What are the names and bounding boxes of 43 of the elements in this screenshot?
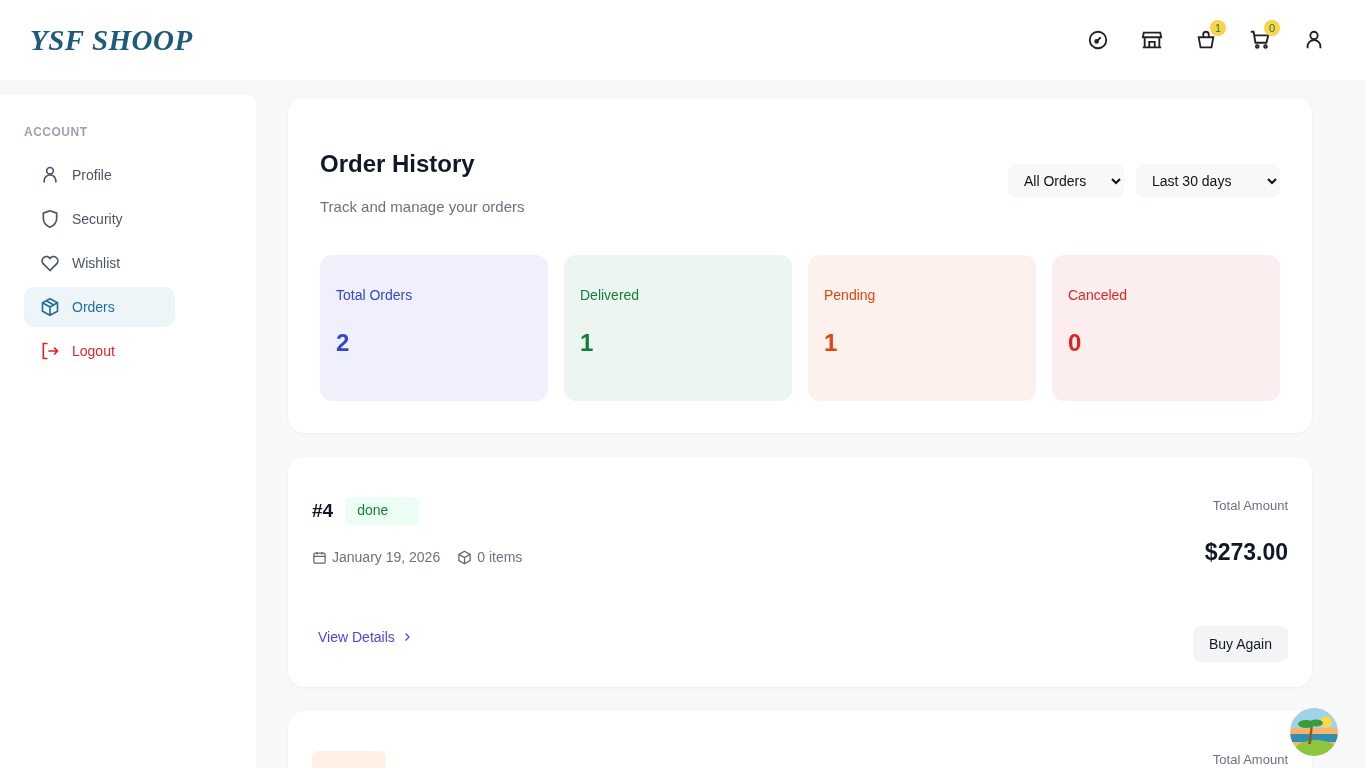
logo[interactable]: YSF SHOOP bbox=[30, 23, 193, 57]
calendar-icon bbox=[312, 549, 327, 565]
sidebar-item[interactable]: Wishlist bbox=[24, 243, 175, 283]
logout-icon bbox=[40, 341, 60, 361]
sidebar-item[interactable]: Logout bbox=[24, 331, 175, 371]
box-icon bbox=[40, 297, 60, 317]
filter-dropdown[interactable]: All Orders bbox=[1008, 164, 1124, 198]
status-badge: done bbox=[345, 497, 420, 525]
order-amount: $273.00 bbox=[1204, 539, 1288, 566]
stat-value: 0 bbox=[1068, 329, 1083, 357]
amount-label: Total Amount bbox=[1212, 498, 1288, 513]
store-icon bbox=[1141, 29, 1163, 51]
heart-icon bbox=[40, 253, 60, 273]
page-subtitle: Track and manage your orders bbox=[320, 198, 525, 215]
box-icon bbox=[457, 549, 473, 565]
stat-value: 2 bbox=[336, 329, 351, 357]
shield-icon bbox=[40, 209, 60, 229]
bag-button[interactable]: 1 bbox=[1186, 20, 1226, 60]
stat-value: 1 bbox=[824, 329, 839, 357]
shopping-bag-icon bbox=[1195, 29, 1217, 51]
sidebar-item[interactable]: Orders bbox=[24, 287, 175, 327]
cart-button[interactable]: 0 bbox=[1240, 20, 1280, 60]
stat-value: 1 bbox=[580, 329, 595, 357]
count-badge: 1 bbox=[1210, 20, 1226, 36]
section-heading: ACCOUNT bbox=[24, 125, 89, 139]
order-date: January 19, 2026 bbox=[332, 549, 441, 565]
count-badge: 0 bbox=[1264, 20, 1280, 36]
page-title: Order History bbox=[320, 150, 476, 178]
sidebar-item[interactable]: Profile bbox=[24, 155, 175, 195]
stat-label: Delivered bbox=[580, 287, 641, 303]
gauge-icon bbox=[1087, 29, 1109, 51]
order-number: #4 bbox=[312, 500, 334, 522]
view-details-link[interactable]: View Details bbox=[318, 629, 523, 645]
sidebar-item[interactable]: Security bbox=[24, 199, 175, 239]
filter-dropdown[interactable]: Last 30 days bbox=[1136, 164, 1280, 198]
buy-again-button[interactable]: Buy Again bbox=[1192, 626, 1288, 662]
item-count: 0 items bbox=[477, 549, 523, 565]
stat-label: Pending bbox=[824, 287, 877, 303]
user-icon bbox=[40, 165, 60, 185]
amount-label: Total Amount bbox=[1212, 752, 1288, 767]
stat-label: Canceled bbox=[1068, 287, 1129, 303]
cart-icon bbox=[1249, 29, 1271, 51]
stat-label: Total Orders bbox=[336, 287, 414, 303]
